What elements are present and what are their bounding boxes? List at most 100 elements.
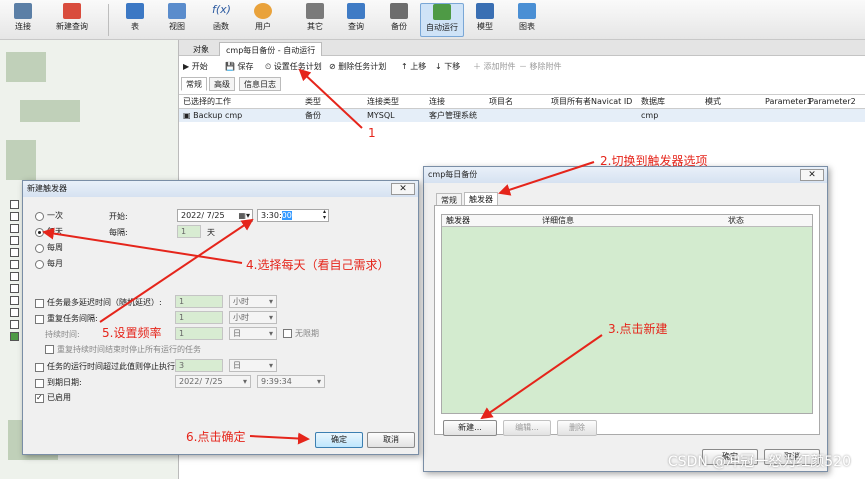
toolbar-backup-button[interactable]: 备份 <box>380 3 418 37</box>
spinner-icon[interactable]: ▴ ▾ <box>323 209 326 221</box>
tab-objects[interactable]: 对象 <box>187 42 215 56</box>
start-date-picker[interactable]: 2022/ 7/25 ▦▾ <box>177 209 253 222</box>
schedule-dialog-title: cmp每日备份 ✕ <box>424 167 827 183</box>
repeat-checkbox[interactable] <box>35 315 44 324</box>
move-down-button[interactable]: ↓ 下移 <box>435 60 460 74</box>
toolbar-new-query-button[interactable]: 新建查询 <box>50 3 94 37</box>
start-button[interactable]: ▶ 开始 <box>183 60 208 74</box>
tab-automation[interactable]: cmp每日备份 - 自动运行 <box>219 42 323 56</box>
set-schedule-button[interactable]: ⏲ 设置任务计划 <box>265 60 322 74</box>
toolbar-chart-button[interactable]: 图表 <box>508 3 546 37</box>
stop-all-checkbox[interactable] <box>45 345 54 354</box>
table-row[interactable] <box>179 109 865 122</box>
stop-all-label: 重复持续时间结束时停止所有运行的任务 <box>57 345 201 354</box>
database-cell: cmp <box>641 111 659 120</box>
freq-once-radio[interactable] <box>35 212 44 221</box>
save-button[interactable]: 💾 保存 <box>225 60 254 74</box>
expire-checkbox[interactable] <box>35 379 44 388</box>
toolbar-function-button[interactable]: f(x) 函数 <box>202 3 240 37</box>
calendar-icon: ▦▾ <box>238 211 250 220</box>
duration-value-field[interactable]: 1 <box>175 327 223 340</box>
enabled-checkbox[interactable] <box>35 393 44 403</box>
column-header: Navicat ID <box>591 97 633 106</box>
add-attachment-button[interactable]: ＋ 添加附件 <box>473 60 516 74</box>
no-limit-checkbox[interactable] <box>283 329 292 338</box>
toolbar-connection-button[interactable]: 连接 <box>4 3 42 37</box>
user-icon <box>254 3 272 19</box>
subtab-advanced[interactable]: 高级 <box>209 77 235 91</box>
delay-label: 任务最多延迟时间（随机延迟）: <box>47 298 162 307</box>
annotation-step-4: 4.选择每天（看自己需求） <box>246 258 390 272</box>
new-trigger-dialog: 新建触发器 ✕ 一次 每天 每周 每月 开始: 2022/ 7/25 ▦▾ 3:… <box>22 180 419 455</box>
automation-tab-label: cmp每日备份 - 自动运行 <box>226 46 316 55</box>
close-icon[interactable]: ✕ <box>800 169 824 181</box>
delete-trigger-button[interactable]: 删除 <box>557 420 597 436</box>
column-header: 数据库 <box>641 97 665 106</box>
column-header: 连接类型 <box>367 97 399 106</box>
expire-time-field[interactable]: 9:39:34 <box>257 375 325 388</box>
stop-if-checkbox[interactable] <box>35 363 44 372</box>
freq-monthly-radio[interactable] <box>35 260 44 269</box>
chart-icon <box>518 3 536 19</box>
toolbar-model-button[interactable]: 模型 <box>466 3 504 37</box>
tools-icon <box>306 3 324 19</box>
expire-date-picker[interactable]: 2022/ 7/25 <box>175 375 251 388</box>
close-icon[interactable]: ✕ <box>391 183 415 195</box>
job-cell: ▣ Backup cmp <box>183 111 243 120</box>
duration-label: 持续时间: <box>45 330 80 339</box>
model-icon <box>476 3 494 19</box>
column-header: 触发器 <box>446 216 470 225</box>
freq-daily-radio[interactable] <box>35 228 44 237</box>
column-header: 模式 <box>705 97 721 106</box>
delay-unit-select[interactable]: 小时 <box>229 295 277 308</box>
connection-icon <box>14 3 32 19</box>
start-label: 开始: <box>109 212 128 221</box>
repeat-value-field[interactable]: 1 <box>175 311 223 324</box>
backup-icon <box>390 3 408 19</box>
freq-daily-label: 每天 <box>47 227 63 236</box>
repeat-label: 重复任务间隔: <box>47 314 98 323</box>
freq-weekly-radio[interactable] <box>35 244 44 253</box>
every-value-field[interactable]: 1 <box>177 225 201 238</box>
expire-label: 到期日期: <box>47 378 82 387</box>
query-icon <box>347 3 365 19</box>
column-header: 已选择的工作 <box>183 97 231 106</box>
annotation-step-6: 6.点击确定 <box>186 430 246 444</box>
toolbar-query-button[interactable]: 查询 <box>337 3 375 37</box>
toolbar-others-button[interactable]: 其它 <box>296 3 334 37</box>
trigger-cancel-button[interactable]: 取消 <box>367 432 415 448</box>
toolbar-table-button[interactable]: 表 <box>116 3 154 37</box>
toolbar-user-button[interactable]: 用户 <box>244 3 282 37</box>
delay-value-field[interactable]: 1 <box>175 295 223 308</box>
toolbar-view-button[interactable]: 视图 <box>158 3 196 37</box>
delete-schedule-button[interactable]: ⊘ 删除任务计划 <box>329 60 386 74</box>
subtab-log[interactable]: 信息日志 <box>239 77 281 91</box>
repeat-unit-select[interactable]: 小时 <box>229 311 277 324</box>
column-header: Parameter1 <box>765 97 812 106</box>
new-trigger-button[interactable]: 新建... <box>443 420 497 436</box>
view-icon <box>168 3 186 19</box>
no-limit-label: 无限期 <box>295 329 319 338</box>
delay-checkbox[interactable] <box>35 299 44 308</box>
annotation-step-3: 3.点击新建 <box>608 322 668 336</box>
subtab-general[interactable]: 常规 <box>181 77 207 91</box>
trigger-ok-button[interactable]: 确定 <box>315 432 363 448</box>
move-up-button[interactable]: ↑ 上移 <box>401 60 426 74</box>
type-cell: 备份 <box>305 111 321 120</box>
every-unit-label: 天 <box>207 228 215 237</box>
annotation-step-2: 2.切换到触发器选项 <box>600 154 708 168</box>
remove-attachment-button[interactable]: － 移除附件 <box>519 60 562 74</box>
enabled-label: 已启用 <box>47 393 71 402</box>
start-time-field[interactable]: 3:30:00 ▴ ▾ <box>257 209 329 222</box>
annotation-step-1: 1 <box>368 126 376 140</box>
freq-weekly-label: 每周 <box>47 243 63 252</box>
toolbar-automation-button[interactable]: 自动运行 <box>420 3 464 37</box>
column-header: 项目所有者 <box>551 97 591 106</box>
edit-trigger-button[interactable]: 编辑... <box>503 420 551 436</box>
duration-unit-select[interactable]: 日 <box>229 327 277 340</box>
automation-icon <box>433 4 451 20</box>
stop-if-unit-select[interactable]: 日 <box>229 359 277 372</box>
table-icon <box>126 3 144 19</box>
every-label: 每隔: <box>109 228 128 237</box>
stop-if-value-field[interactable]: 3 <box>175 359 223 372</box>
